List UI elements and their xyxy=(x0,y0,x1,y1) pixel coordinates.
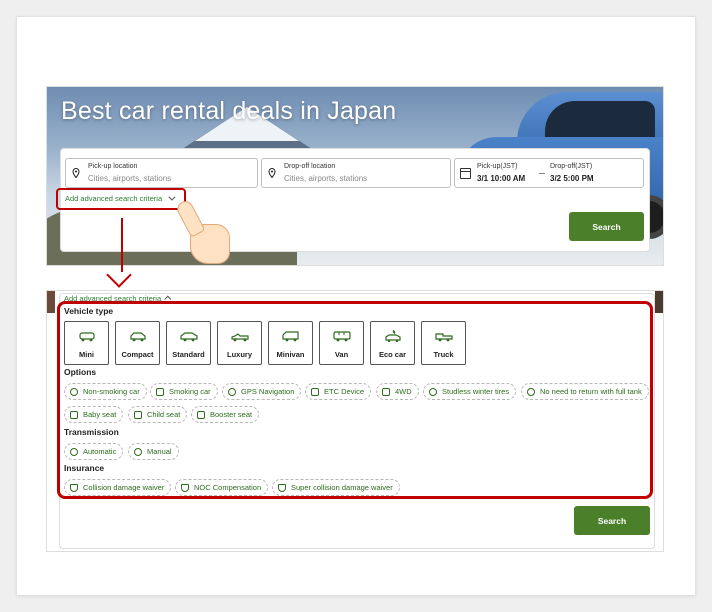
dropoff-time-value: 3/2 5:00 PM xyxy=(550,174,594,183)
pointing-hand-icon xyxy=(174,198,234,272)
background-strip-right xyxy=(655,291,663,313)
highlight-box-advanced-criteria xyxy=(57,301,653,499)
highlight-box-advanced-toggle xyxy=(56,188,186,210)
location-pin-icon xyxy=(268,168,276,178)
dropoff-location-label: Drop-off location xyxy=(284,163,336,170)
search-button[interactable]: Search xyxy=(569,212,644,241)
pickup-time-value: 3/1 10:00 AM xyxy=(477,174,526,183)
background-strip-left xyxy=(47,291,55,313)
dropoff-location-placeholder: Cities, airports, stations xyxy=(284,174,368,183)
pickup-time-label: Pick-up(JST) xyxy=(477,163,518,170)
dropoff-time-label: Drop-off(JST) xyxy=(550,163,593,170)
hero-title: Best car rental deals in Japan xyxy=(61,97,397,125)
pickup-location-placeholder: Cities, airports, stations xyxy=(88,174,172,183)
calendar-icon xyxy=(460,168,471,179)
location-pin-icon xyxy=(72,168,80,178)
dropoff-location-field[interactable]: Drop-off location Cities, airports, stat… xyxy=(261,158,451,188)
pickup-location-field[interactable]: Pick-up location Cities, airports, stati… xyxy=(65,158,258,188)
date-time-field[interactable]: Pick-up(JST) 3/1 10:00 AM Drop-off(JST) … xyxy=(454,158,644,188)
pickup-location-label: Pick-up location xyxy=(88,163,138,170)
date-separator xyxy=(539,173,545,174)
search-button-bottom[interactable]: Search xyxy=(574,506,650,535)
